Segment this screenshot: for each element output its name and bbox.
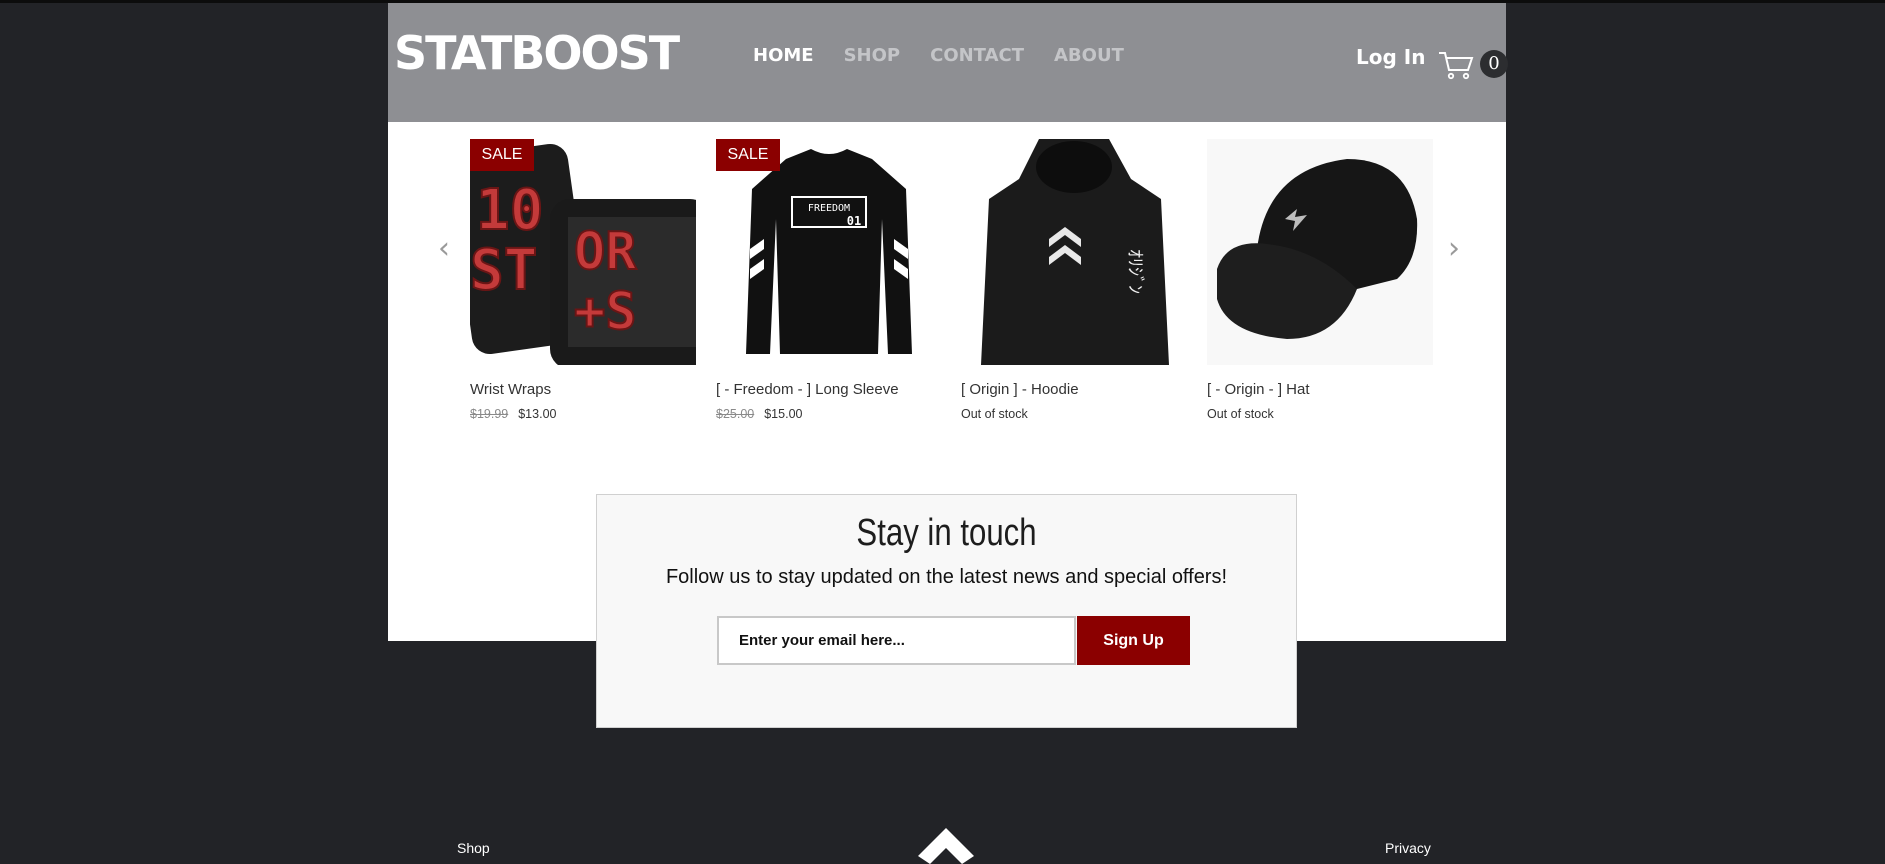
product-name: [ - Origin - ] Hat bbox=[1207, 381, 1310, 398]
logo-text: STATBOOST bbox=[394, 26, 680, 80]
statboost-logo[interactable]: STATBOOST bbox=[394, 29, 690, 77]
long-sleeve-image: FREEDOM 01 bbox=[716, 139, 942, 365]
svg-text:ｵﾘｼﾞﾝ: ｵﾘｼﾞﾝ bbox=[1124, 249, 1145, 294]
product-name: [ Origin ] - Hoodie bbox=[961, 381, 1079, 398]
hoodie-image: ｵﾘｼﾞﾝ bbox=[961, 139, 1187, 365]
cart-icon bbox=[1439, 52, 1474, 80]
svg-text:OR: OR bbox=[574, 222, 637, 282]
product-price: $25.00 $15.00 bbox=[716, 407, 942, 422]
email-input[interactable] bbox=[717, 616, 1076, 665]
newsletter-title: Stay in touch bbox=[856, 512, 1037, 554]
footer-logo-icon[interactable] bbox=[918, 828, 974, 864]
footer-privacy-link[interactable]: Privacy bbox=[1385, 839, 1431, 857]
site-header: STATBOOST HOME SHOP CONTACT ABOUT Log In… bbox=[388, 3, 1508, 122]
wrist-wraps-image: 10 ST OR +S bbox=[470, 139, 696, 365]
nav-shop[interactable]: SHOP bbox=[844, 45, 901, 67]
newsletter-text: Follow us to stay updated on the latest … bbox=[665, 566, 1228, 588]
sale-badge: SALE bbox=[470, 139, 534, 171]
nav-contact[interactable]: CONTACT bbox=[930, 45, 1024, 67]
product-image: SALE 10 ST OR +S bbox=[470, 139, 696, 365]
main-nav: HOME SHOP CONTACT ABOUT bbox=[753, 45, 1154, 67]
product-card[interactable]: SALE 10 ST OR +S Wrist Wraps $19.99 $13.0… bbox=[470, 139, 696, 422]
newsletter-box: Stay in touch Follow us to stay updated … bbox=[596, 494, 1297, 728]
sale-badge: SALE bbox=[716, 139, 780, 171]
product-card[interactable]: SALE FREEDOM 01 [ - Freedom - ] Long Sle… bbox=[716, 139, 942, 422]
original-price: $25.00 bbox=[716, 407, 755, 421]
sign-up-button[interactable]: Sign Up bbox=[1077, 616, 1190, 665]
product-image: SALE FREEDOM 01 bbox=[716, 139, 942, 365]
chevron-right-icon[interactable]: › bbox=[1448, 234, 1460, 264]
product-price: $19.99 $13.00 bbox=[470, 407, 696, 422]
product-name: Wrist Wraps bbox=[470, 381, 552, 398]
product-card[interactable]: ｵﾘｼﾞﾝ [ Origin ] - Hoodie Out of stock bbox=[961, 139, 1187, 422]
svg-text:+S: +S bbox=[574, 282, 637, 342]
svg-text:ST: ST bbox=[470, 238, 537, 303]
hat-image bbox=[1207, 139, 1433, 365]
stock-status: Out of stock bbox=[1207, 407, 1274, 421]
product-card[interactable]: [ - Origin - ] Hat Out of stock bbox=[1207, 139, 1433, 422]
sale-price: $15.00 bbox=[764, 407, 803, 421]
tee-print-level: 01 bbox=[847, 214, 861, 228]
tee-print-text: FREEDOM bbox=[808, 203, 850, 214]
svg-text:10: 10 bbox=[476, 178, 543, 243]
product-image bbox=[1207, 139, 1433, 365]
product-name: [ - Freedom - ] Long Sleeve bbox=[716, 381, 899, 398]
footer-shop-link[interactable]: Shop bbox=[457, 839, 490, 857]
stock-status: Out of stock bbox=[961, 407, 1028, 421]
product-image: ｵﾘｼﾞﾝ bbox=[961, 139, 1187, 365]
sale-price: $13.00 bbox=[518, 407, 557, 421]
original-price: $19.99 bbox=[470, 407, 509, 421]
chevron-left-icon[interactable]: ‹ bbox=[438, 234, 450, 264]
nav-about[interactable]: ABOUT bbox=[1054, 45, 1124, 67]
cart-button[interactable]: 0 bbox=[1438, 46, 1508, 80]
cart-count-badge: 0 bbox=[1480, 50, 1508, 78]
login-button[interactable]: Log In bbox=[1356, 45, 1425, 69]
nav-home[interactable]: HOME bbox=[753, 45, 814, 67]
